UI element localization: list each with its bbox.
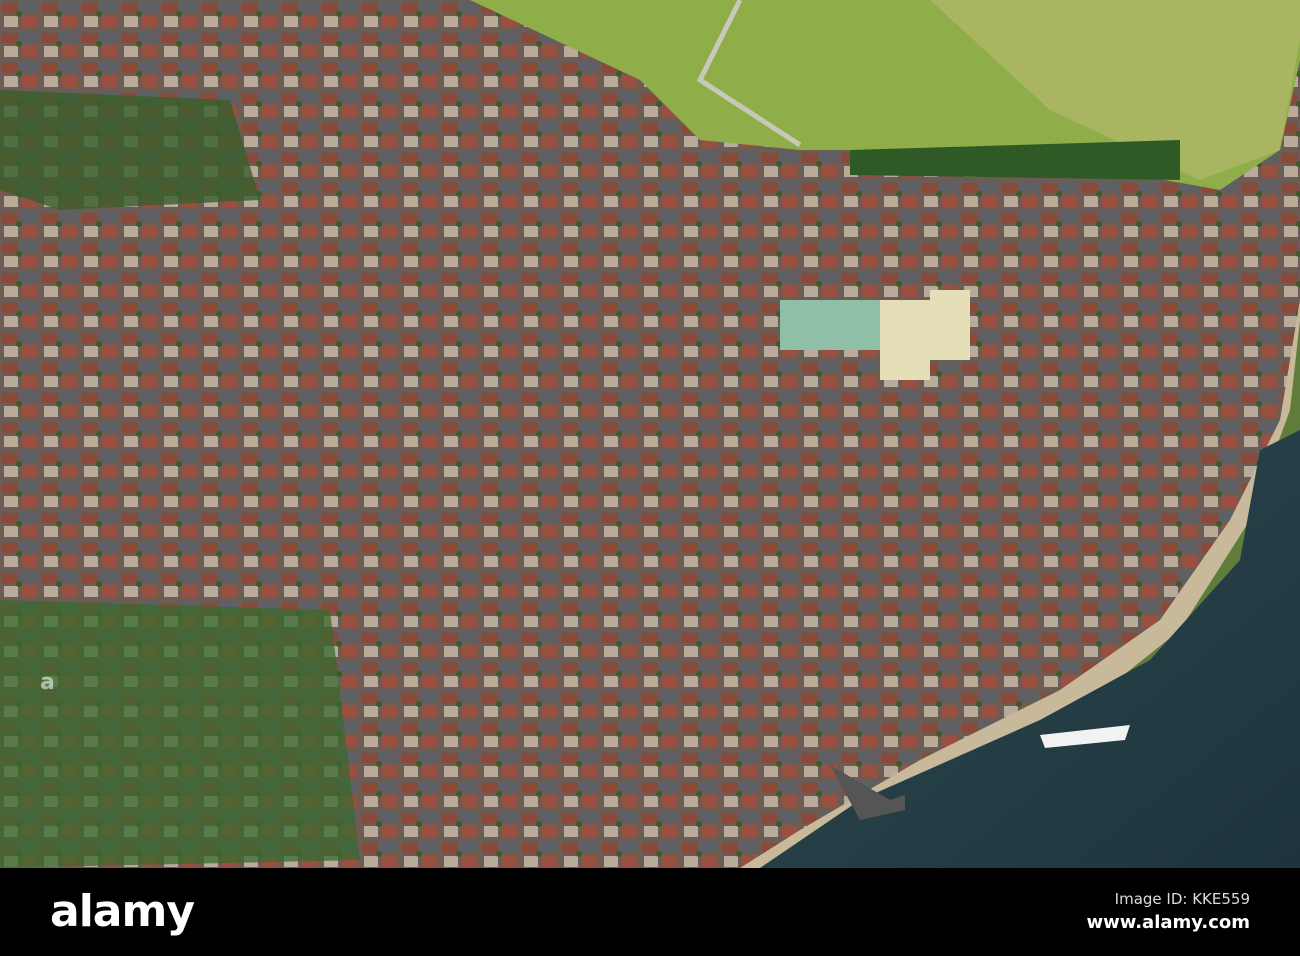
stock-photo: a alamy Image ID: KKE559 www.alamy.com [0, 0, 1300, 956]
site-url: www.alamy.com [1086, 912, 1250, 933]
image-id: Image ID: KKE559 [1114, 890, 1250, 908]
church-tower [880, 300, 930, 380]
aerial-town-photo [0, 0, 1300, 868]
watermark-text: a [40, 670, 55, 695]
trees [0, 90, 260, 210]
church-roof [780, 300, 880, 350]
watermark-bar: alamy Image ID: KKE559 www.alamy.com [0, 868, 1300, 956]
alamy-logo: alamy [50, 886, 195, 937]
park-trees [0, 600, 360, 868]
